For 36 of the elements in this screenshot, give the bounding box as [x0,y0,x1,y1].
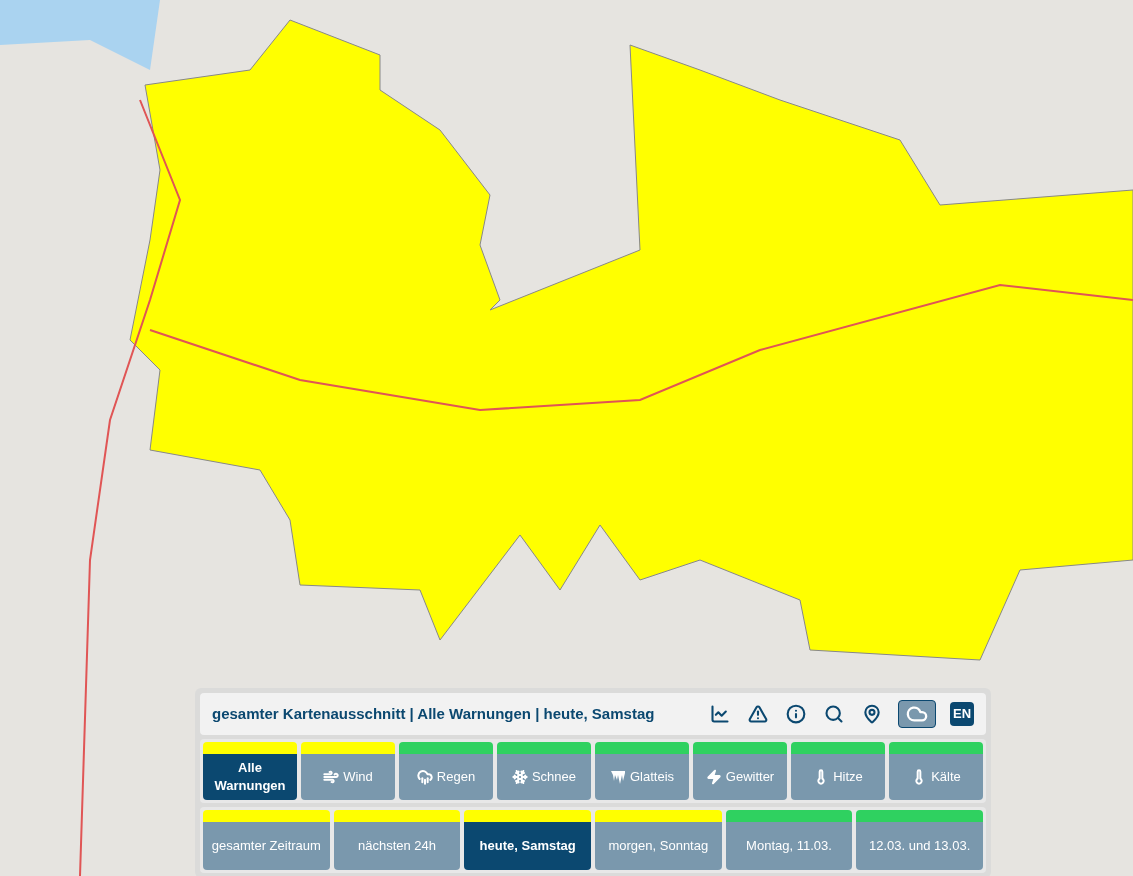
warning-type-label: Wind [343,768,373,786]
warning-type-tab[interactable]: Alle Warnungen [203,742,297,800]
map-pin-icon [862,704,882,724]
warning-type-tab[interactable]: Gewitter [693,742,787,800]
period-tab[interactable]: 12.03. und 13.03. [856,810,983,870]
warning-type-label: Schnee [531,768,577,786]
cloud-button[interactable] [898,700,936,728]
warning-type-label: Glatteis [629,768,675,786]
period-tab[interactable]: Montag, 11.03. [725,810,853,870]
warning-type-label: Alle Warnungen [213,759,287,795]
warning-type-label: Kälte [931,768,961,786]
period-tab[interactable]: morgen, Sonntag [595,810,722,870]
zoom-icon [824,704,844,724]
period-tab[interactable]: heute, Samstag [464,810,591,870]
snowflake-icon [511,769,528,785]
warning-type-label: Regen [436,768,476,786]
chart-icon [710,704,730,724]
warning-type-tab[interactable]: Regen [399,742,493,800]
rain-cloud-icon [416,769,433,785]
warning-type-tab[interactable]: Kälte [889,742,983,800]
panel-title: gesamter Kartenausschnitt | Alle Warnungen | heute, Samstag [212,703,655,724]
wind-icon [323,769,340,785]
lightning-icon [705,769,722,785]
warning-type-tab[interactable]: Wind [301,742,395,800]
warning-icon [748,704,768,724]
warning-type-tab[interactable]: Glatteis [595,742,689,800]
warning-type-label: Hitze [833,768,863,786]
period-tab[interactable]: gesamter Zeitraum [203,810,330,870]
language-button[interactable]: EN [950,702,974,726]
warning-type-label: Gewitter [725,768,775,786]
warning-type-tab[interactable]: Schnee [497,742,591,800]
icicle-icon [609,769,626,785]
info-icon [786,704,806,724]
period-tab[interactable]: nächsten 24h [333,810,461,870]
cloud-icon [906,703,928,725]
warning-type-tab[interactable]: Hitze [791,742,885,800]
